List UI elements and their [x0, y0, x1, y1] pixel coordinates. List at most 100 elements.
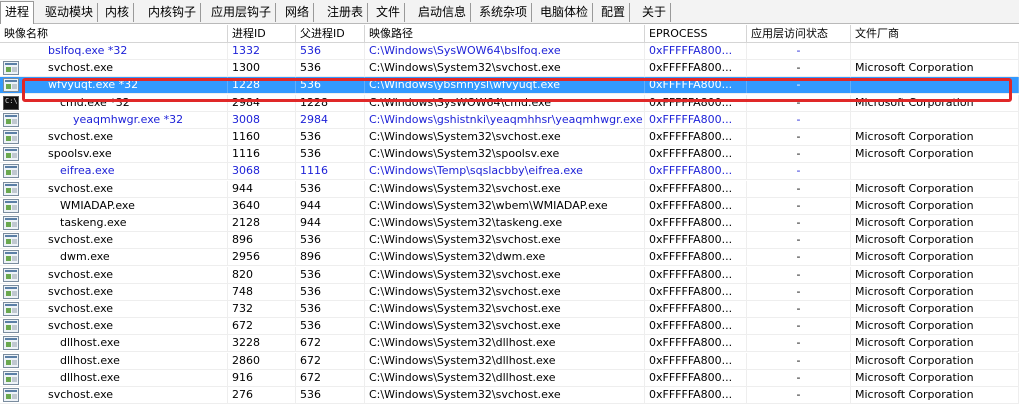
parent-process-id: 672	[296, 335, 365, 352]
column-header-eprocess[interactable]: EPROCESS	[645, 25, 747, 42]
parent-process-id: 536	[296, 60, 365, 77]
parent-process-id: 536	[296, 232, 365, 249]
column-header-vendor[interactable]: 文件厂商	[851, 25, 1019, 42]
process-name: svchost.exe	[44, 301, 228, 317]
process-id: 1228	[228, 77, 296, 94]
process-name: svchost.exe	[44, 129, 228, 145]
app-window-icon	[3, 147, 19, 162]
table-row[interactable]: dllhost.exe 2860 672 C:\Windows\System32\dl…	[0, 352, 1019, 370]
process-name: dllhost.exe	[56, 335, 228, 352]
table-row[interactable]: svchost.exe 896 536 C:\Windows\System32\svc…	[0, 232, 1019, 250]
column-header-image-path[interactable]: 映像路径	[365, 25, 645, 42]
file-vendor: Microsoft Corporation	[851, 301, 1019, 317]
file-vendor	[851, 163, 1019, 180]
table-row[interactable]: dwm.exe 2956 896 C:\Windows\System32\dwm.ex…	[0, 249, 1019, 267]
process-name: svchost.exe	[44, 387, 228, 403]
parent-process-id: 536	[296, 301, 365, 317]
tab-kernel-hooks[interactable]: 内核钩子	[144, 3, 202, 22]
table-row[interactable]: WMIADAP.exe 3640 944 C:\Windows\System32\wb…	[0, 197, 1019, 215]
process-id: 916	[228, 369, 296, 386]
tab-system-misc[interactable]: 系统杂项	[475, 3, 533, 22]
process-id: 896	[228, 232, 296, 249]
table-row[interactable]: svchost.exe 276 536 C:\Windows\System32\svc…	[0, 387, 1019, 404]
tab-health-check[interactable]: 电脑体检	[536, 3, 594, 22]
tab-kernel[interactable]: 内核	[101, 3, 135, 22]
column-header-access-status[interactable]: 应用层访问状态	[747, 25, 851, 42]
eprocess-address: 0xFFFFFA800...	[645, 43, 747, 59]
app-window-icon	[3, 284, 19, 299]
app-window-icon	[3, 267, 19, 282]
tab-processes[interactable]: 进程	[0, 1, 35, 24]
process-id: 2984	[228, 94, 296, 111]
eprocess-address: 0xFFFFFA800...	[645, 387, 747, 403]
tab-about[interactable]: 关于	[638, 3, 672, 22]
image-path: C:\Windows\System32\wbem\WMIADAP.exe	[365, 197, 645, 214]
table-row[interactable]: dllhost.exe 3228 672 C:\Windows\System32\dl…	[0, 335, 1019, 353]
column-header-pid[interactable]: 进程ID	[228, 25, 296, 42]
access-status: -	[747, 215, 851, 231]
app-window-icon	[3, 250, 19, 265]
parent-process-id: 536	[296, 129, 365, 145]
file-vendor: Microsoft Corporation	[851, 60, 1019, 77]
table-row[interactable]: eifrea.exe 3068 1116 C:\Windows\Temp\sqslac…	[0, 163, 1019, 181]
image-path: C:\Windows\System32\svchost.exe	[365, 318, 645, 335]
table-row[interactable]: svchost.exe 672 536 C:\Windows\System32\svc…	[0, 318, 1019, 336]
table-row[interactable]: dllhost.exe 916 672 C:\Windows\System32\dll…	[0, 369, 1019, 387]
table-row[interactable]: svchost.exe 732 536 C:\Windows\System32\svc…	[0, 301, 1019, 318]
table-row[interactable]: svchost.exe 820 536 C:\Windows\System32\svc…	[0, 266, 1019, 284]
process-id: 732	[228, 301, 296, 317]
eprocess-address: 0xFFFFFA800...	[645, 301, 747, 317]
process-name: taskeng.exe	[56, 215, 228, 231]
table-row[interactable]: bslfoq.exe *32 1332 536 C:\Windows\SysWOW64…	[0, 43, 1019, 60]
eprocess-address: 0xFFFFFA800...	[645, 335, 747, 352]
table-row[interactable]: yeaqmhwgr.exe *32 3008 2984 C:\Windows\gshi…	[0, 111, 1019, 129]
parent-process-id: 944	[296, 197, 365, 214]
tab-network[interactable]: 网络	[281, 3, 315, 22]
process-id: 3068	[228, 163, 296, 180]
process-id: 820	[228, 266, 296, 283]
table-row[interactable]: cmd.exe *3229841228C:\Windows\SysWOW64\c…	[0, 94, 1019, 112]
process-name: svchost.exe	[44, 266, 228, 283]
column-header-parent-pid[interactable]: 父进程ID	[296, 25, 365, 42]
eprocess-address: 0xFFFFFA800...	[645, 352, 747, 369]
tab-startup[interactable]: 启动信息	[414, 3, 472, 22]
eprocess-address: 0xFFFFFA800...	[645, 215, 747, 231]
access-status: -	[747, 387, 851, 403]
table-row[interactable]: spoolsv.exe 1116 536 C:\Windows\System32\sp…	[0, 146, 1019, 164]
file-vendor: Microsoft Corporation	[851, 94, 1019, 111]
eprocess-address: 0xFFFFFA800...	[645, 163, 747, 180]
access-status: -	[747, 249, 851, 266]
eprocess-address: 0xFFFFFA800...	[645, 94, 747, 111]
process-name: spoolsv.exe	[44, 146, 228, 163]
app-window-icon	[3, 164, 19, 179]
access-status: -	[747, 301, 851, 317]
tab-drivers[interactable]: 驱动模块	[41, 3, 99, 22]
file-vendor	[851, 77, 1019, 94]
image-path: C:\Windows\System32\spoolsv.exe	[365, 146, 645, 163]
app-window-icon	[3, 112, 19, 127]
tab-bar: 进程 驱动模块 内核 内核钩子 应用层钩子 网络 注册表 文件 启动信息 系统杂…	[0, 0, 1019, 24]
tab-registry[interactable]: 注册表	[323, 3, 369, 22]
tab-config[interactable]: 配置	[597, 3, 631, 22]
image-path: C:\Windows\ybsmnysl\wfvyuqt.exe	[365, 77, 645, 94]
column-header-image-name[interactable]: 映像名称	[0, 25, 228, 42]
app-window-icon	[3, 181, 19, 196]
process-name: svchost.exe	[44, 60, 228, 77]
tab-files[interactable]: 文件	[372, 3, 406, 22]
table-row[interactable]: svchost.exe 944 536 C:\Windows\System32\svc…	[0, 180, 1019, 198]
eprocess-address: 0xFFFFFA800...	[645, 197, 747, 214]
image-path: C:\Windows\System32\svchost.exe	[365, 180, 645, 197]
table-row[interactable]: taskeng.exe 2128 944 C:\Windows\System32\ta…	[0, 215, 1019, 232]
image-path: C:\Windows\System32\svchost.exe	[365, 301, 645, 317]
table-row[interactable]: svchost.exe 1160 536 C:\Windows\System32\sv…	[0, 129, 1019, 146]
image-path: C:\Windows\System32\svchost.exe	[365, 129, 645, 145]
table-row[interactable]: svchost.exe 1300 536 C:\Windows\System32\sv…	[0, 60, 1019, 78]
eprocess-address: 0xFFFFFA800...	[645, 318, 747, 335]
table-row[interactable]: svchost.exe 748 536 C:\Windows\System32\svc…	[0, 283, 1019, 301]
parent-process-id: 536	[296, 43, 365, 59]
table-row[interactable]: wfvyuqt.exe *32 1228 536 C:\Windows\ybsmnys…	[0, 77, 1019, 95]
access-status: -	[747, 60, 851, 77]
tab-user-hooks[interactable]: 应用层钩子	[207, 3, 277, 22]
table-header: 映像名称 进程ID 父进程ID 映像路径 EPROCESS 应用层访问状态 文件…	[0, 25, 1019, 43]
process-id: 3228	[228, 335, 296, 352]
